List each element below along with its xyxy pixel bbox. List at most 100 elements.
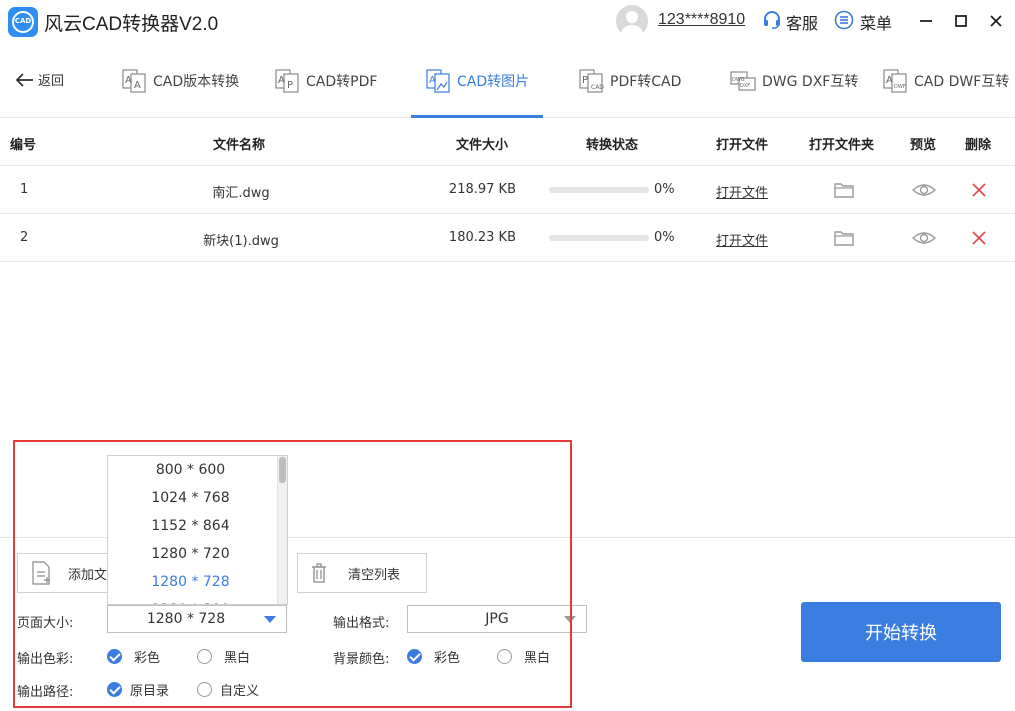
trash-icon <box>312 563 326 583</box>
function-tab-bar: 返回 AA CAD版本转换 AP CAD转PDF A CAD转图片 P CAD P… <box>0 44 1015 118</box>
file-size: 180.23 KB <box>448 230 516 245</box>
back-button[interactable]: 返回 <box>14 70 64 89</box>
minimize-button[interactable] <box>915 10 937 32</box>
progress-bar <box>549 235 649 241</box>
dropdown-option[interactable]: 1024 * 768 <box>108 484 287 512</box>
tab-cad-version[interactable]: AA CAD版本转换 <box>121 44 239 117</box>
svg-text:A: A <box>278 75 285 86</box>
radio-unchecked-icon <box>197 682 212 697</box>
svg-text:A: A <box>134 80 141 91</box>
close-icon <box>990 15 1002 27</box>
clear-list-button[interactable]: 清空列表 <box>297 553 427 593</box>
cad-to-image-icon: A <box>425 68 451 94</box>
menu-button[interactable]: 菜单 <box>834 9 892 35</box>
dropdown-scrollbar[interactable] <box>277 456 287 604</box>
output-color-option-color[interactable]: 彩色 <box>107 647 160 666</box>
add-file-icon <box>32 561 50 585</box>
chevron-down-icon <box>564 616 576 623</box>
minimize-icon <box>920 20 932 22</box>
bg-color-option-bw[interactable]: 黑白 <box>497 647 550 666</box>
file-name: 新块(1).dwg <box>203 234 279 249</box>
output-color-option-bw[interactable]: 黑白 <box>197 647 250 666</box>
column-header-size: 文件大小 <box>456 138 509 153</box>
pdf-to-cad-icon: P CAD <box>578 68 604 94</box>
table-row[interactable]: 1 南汇.dwg 218.97 KB 0% 打开文件 <box>0 166 1015 214</box>
close-button[interactable] <box>985 10 1007 32</box>
page-size-value: 1280 * 728 <box>146 611 226 627</box>
svg-text:DXF: DXF <box>740 83 750 89</box>
radio-checked-icon <box>107 649 122 664</box>
eye-icon[interactable] <box>911 226 937 250</box>
tab-dwg-dxf[interactable]: DWG DXF DWG DXF互转 <box>730 44 858 117</box>
tab-cad-to-image[interactable]: A CAD转图片 <box>411 44 544 118</box>
folder-icon[interactable] <box>832 178 856 202</box>
app-logo-text: CAD <box>14 17 32 25</box>
dropdown-option[interactable]: 1280 * 720 <box>108 540 287 568</box>
tab-label: PDF转CAD <box>610 73 682 90</box>
tab-pdf-to-cad[interactable]: P CAD PDF转CAD <box>578 44 681 117</box>
tab-label: DWG DXF互转 <box>762 73 859 90</box>
bg-color-label: 背景颜色: <box>333 652 390 667</box>
radio-checked-icon <box>407 649 422 664</box>
output-format-select[interactable]: JPG <box>407 605 587 633</box>
title-bar: CAD 风云CAD转换器V2.0 123****8910 客服 菜单 <box>0 0 1015 44</box>
chevron-down-icon <box>264 616 276 623</box>
column-header-name: 文件名称 <box>213 138 266 153</box>
maximize-button[interactable] <box>950 10 972 32</box>
column-header-status: 转换状态 <box>586 138 639 153</box>
delete-x-icon[interactable] <box>967 178 991 202</box>
tab-cad-dwf[interactable]: A DWF CAD DWF互转 <box>882 44 1009 117</box>
output-path-option-original[interactable]: 原目录 <box>107 680 169 699</box>
svg-text:CAD: CAD <box>591 84 604 91</box>
back-label: 返回 <box>38 74 65 89</box>
output-path-option-custom[interactable]: 自定义 <box>197 680 259 699</box>
menu-label: 菜单 <box>860 14 893 33</box>
svg-text:P: P <box>287 80 293 91</box>
svg-text:A: A <box>125 75 132 86</box>
dropdown-option[interactable]: 800 * 600 <box>108 456 287 484</box>
table-row[interactable]: 2 新块(1).dwg 180.23 KB 0% 打开文件 <box>0 214 1015 262</box>
progress-text: 0% <box>654 230 675 245</box>
dropdown-option[interactable]: 1280 * 800 <box>108 596 287 604</box>
radio-label: 彩色 <box>134 651 161 666</box>
bg-color-option-color[interactable]: 彩色 <box>407 647 460 666</box>
page-size-select[interactable]: 1280 * 728 <box>107 605 287 633</box>
radio-unchecked-icon <box>197 649 212 664</box>
file-size: 218.97 KB <box>448 182 516 197</box>
progress-text: 0% <box>654 182 675 197</box>
add-file-button[interactable]: 添加文 <box>17 553 117 593</box>
avatar[interactable] <box>616 5 648 37</box>
dropdown-option[interactable]: 1280 * 728 <box>108 568 287 596</box>
open-file-link[interactable]: 打开文件 <box>716 230 768 249</box>
tab-cad-to-pdf[interactable]: AP CAD转PDF <box>274 44 377 117</box>
maximize-icon <box>955 15 967 27</box>
radio-label: 自定义 <box>220 684 260 699</box>
customer-service-label: 客服 <box>786 14 819 33</box>
svg-text:P: P <box>582 75 588 86</box>
user-account-link[interactable]: 123****8910 <box>658 11 745 29</box>
scrollbar-thumb[interactable] <box>279 457 286 483</box>
cad-dwf-icon: A DWF <box>882 68 908 94</box>
arrow-left-icon <box>15 72 33 87</box>
column-header-open-file: 打开文件 <box>716 138 769 153</box>
column-header-open-folder: 打开文件夹 <box>809 138 875 153</box>
cad-to-pdf-icon: AP <box>274 68 300 94</box>
svg-text:A: A <box>886 75 893 86</box>
radio-label: 黑白 <box>224 651 251 666</box>
output-path-label: 输出路径: <box>17 685 74 700</box>
start-convert-button[interactable]: 开始转换 <box>801 602 1001 662</box>
dwg-dxf-icon: DWG DXF <box>730 68 756 94</box>
delete-x-icon[interactable] <box>967 226 991 250</box>
radio-checked-icon <box>107 682 122 697</box>
page-size-dropdown[interactable]: 800 * 600 1024 * 768 1152 * 864 1280 * 7… <box>107 455 288 605</box>
open-file-link[interactable]: 打开文件 <box>716 182 768 201</box>
app-logo: CAD <box>8 7 38 37</box>
tab-label: CAD版本转换 <box>153 73 240 90</box>
folder-icon[interactable] <box>832 226 856 250</box>
row-index: 1 <box>20 182 29 197</box>
dropdown-option[interactable]: 1152 * 864 <box>108 512 287 540</box>
eye-icon[interactable] <box>911 178 937 202</box>
customer-service-button[interactable]: 客服 <box>762 9 818 35</box>
radio-label: 原目录 <box>130 684 170 699</box>
radio-unchecked-icon <box>497 649 512 664</box>
